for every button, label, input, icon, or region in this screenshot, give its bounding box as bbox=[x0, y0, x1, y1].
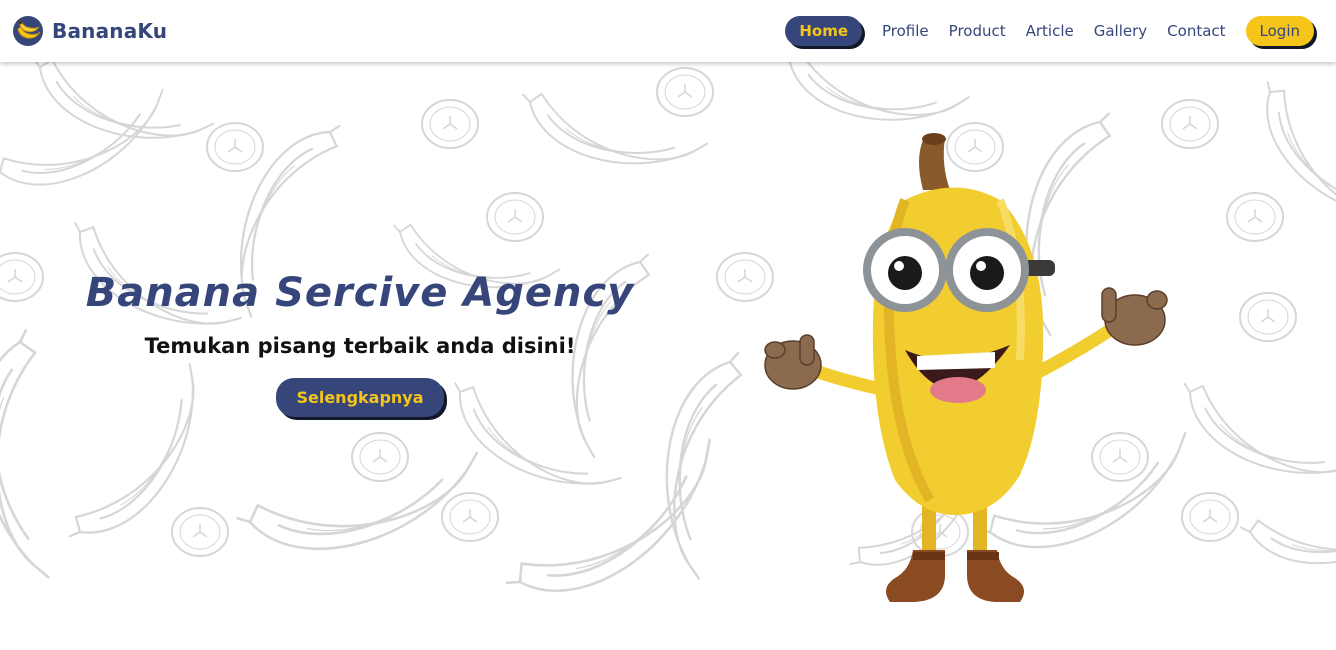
nav-profile[interactable]: Profile bbox=[882, 22, 929, 40]
nav-product[interactable]: Product bbox=[949, 22, 1006, 40]
hero-text-block: Banana Sercive Agency Temukan pisang ter… bbox=[60, 270, 660, 417]
nav-article[interactable]: Article bbox=[1026, 22, 1074, 40]
hero-subtitle: Temukan pisang terbaik anda disini! bbox=[144, 334, 576, 358]
banana-mascot-illustration bbox=[764, 133, 1168, 602]
more-button[interactable]: Selengkapnya bbox=[276, 378, 444, 417]
nav-gallery[interactable]: Gallery bbox=[1094, 22, 1147, 40]
brand-name: BananaKu bbox=[52, 19, 168, 43]
brand[interactable]: BananaKu bbox=[12, 15, 167, 47]
hero-title: Banana Sercive Agency bbox=[85, 270, 635, 316]
login-button[interactable]: Login bbox=[1245, 16, 1314, 46]
hero-section: Banana Sercive Agency Temukan pisang ter… bbox=[0, 62, 1336, 650]
banana-logo-icon bbox=[13, 16, 43, 46]
navbar: BananaKu Home Profile Product Article Ga… bbox=[0, 0, 1336, 62]
nav-contact[interactable]: Contact bbox=[1167, 22, 1225, 40]
main-nav: Home Profile Product Article Gallery Con… bbox=[785, 16, 1314, 46]
nav-home[interactable]: Home bbox=[785, 16, 863, 46]
